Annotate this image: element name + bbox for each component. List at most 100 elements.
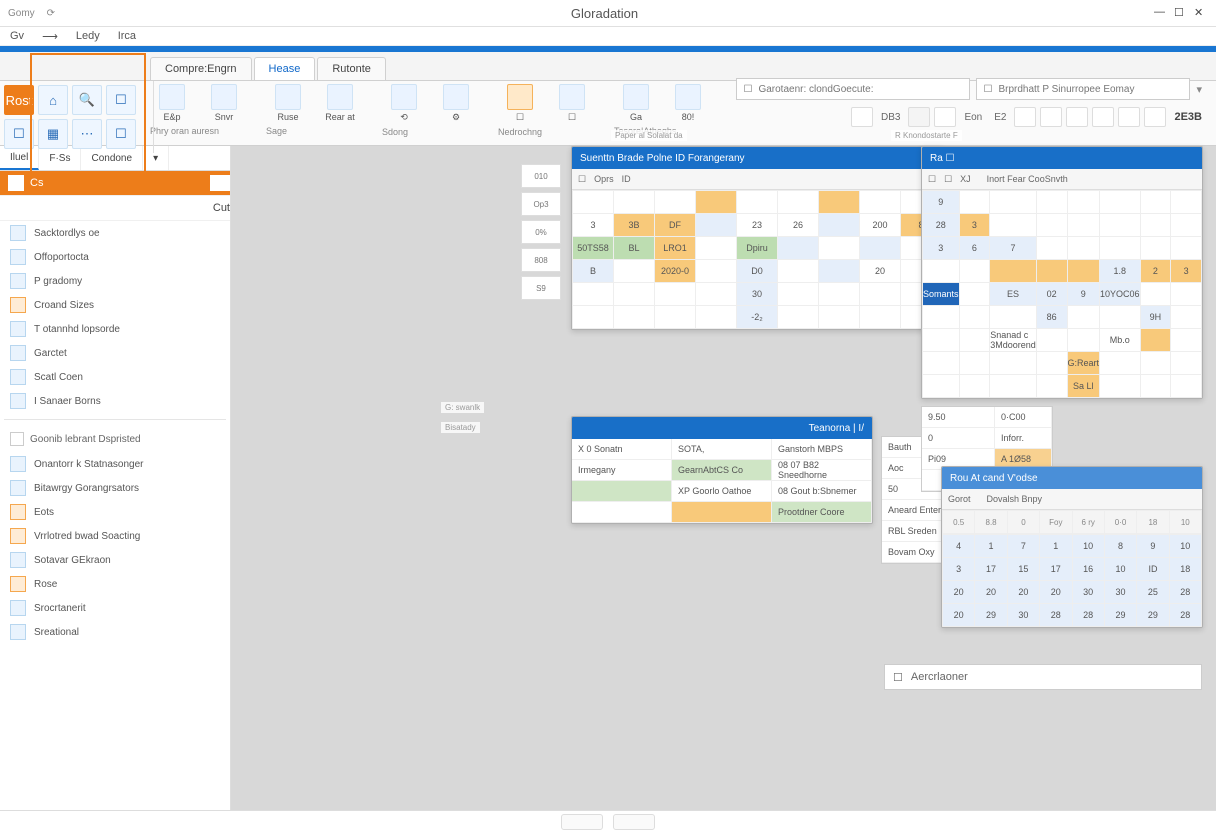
cal2grid-cell-4-4[interactable]: 9 bbox=[1068, 283, 1100, 305]
cal2grid-cell-1-6[interactable] bbox=[1141, 214, 1171, 236]
cal1grid-cell-3-6[interactable] bbox=[819, 260, 859, 282]
cal3grid-cell-2-6[interactable]: 25 bbox=[1137, 581, 1168, 603]
sidebar-item-1[interactable]: Offoportocta bbox=[0, 245, 230, 269]
cal2grid-cell-4-7[interactable] bbox=[1171, 283, 1201, 305]
rost-button[interactable]: Rost bbox=[4, 85, 34, 115]
cal2grid-cell-6-5[interactable]: Mb.o bbox=[1100, 329, 1140, 351]
cal1grid-cell-5-2[interactable] bbox=[655, 306, 695, 328]
cal1grid-cell-4-4[interactable]: 30 bbox=[737, 283, 777, 305]
cal1grid-cell-2-1[interactable]: BL bbox=[614, 237, 654, 259]
window-calendar-2[interactable]: Ra ☐ ☐☐XJInort Fear CooSnvth 92833671.82… bbox=[921, 146, 1203, 399]
cal2grid-cell-6-1[interactable] bbox=[960, 329, 990, 351]
cal3grid-cell-0-7[interactable]: 10 bbox=[1170, 535, 1201, 557]
cal2grid-cell-7-1[interactable] bbox=[960, 352, 990, 374]
cal2-tool-0[interactable]: ☐ bbox=[928, 174, 936, 185]
cal1grid-cell-0-3[interactable] bbox=[696, 191, 736, 213]
cal1grid-cell-3-0[interactable]: B bbox=[573, 260, 613, 282]
cal2grid-cell-3-2[interactable] bbox=[990, 260, 1036, 282]
window-calendar-1[interactable]: Suenttn Brade Polne ID Forangerany ☐ Opr… bbox=[571, 146, 943, 330]
menu-item-3[interactable]: Ledy bbox=[76, 30, 100, 42]
tab-rutonte[interactable]: Rutonte bbox=[317, 57, 386, 80]
cal2grid-cell-2-6[interactable] bbox=[1141, 237, 1171, 259]
cal3grid-cell-2-5[interactable]: 30 bbox=[1105, 581, 1136, 603]
sidebar-item-5[interactable]: Garctet bbox=[0, 341, 230, 365]
window-calendar-3[interactable]: Rou At cand V'odse GorotDovalsh Bnpy 0.5… bbox=[941, 466, 1203, 628]
menu-item-1[interactable]: Gv bbox=[10, 30, 24, 42]
cal1-tool-2[interactable]: Oprs bbox=[594, 174, 614, 184]
cal3grid-cell-1-3[interactable]: 17 bbox=[1040, 558, 1071, 580]
cal3grid-cell-3-3[interactable]: 28 bbox=[1040, 604, 1071, 626]
cal2grid-cell-3-3[interactable] bbox=[1037, 260, 1067, 282]
cal2grid-cell-2-1[interactable]: 6 bbox=[960, 237, 990, 259]
cal2-tool-2[interactable]: XJ bbox=[960, 174, 971, 184]
cal1grid-cell-4-2[interactable] bbox=[655, 283, 695, 305]
cal2grid-cell-1-5[interactable] bbox=[1100, 214, 1140, 236]
cal1grid-cell-1-3[interactable] bbox=[696, 214, 736, 236]
cal1grid-cell-5-1[interactable] bbox=[614, 306, 654, 328]
status-btn-2[interactable] bbox=[613, 814, 655, 830]
cal2grid-cell-7-7[interactable] bbox=[1171, 352, 1201, 374]
cal2-tool-4[interactable]: Inort Fear CooSnvth bbox=[987, 174, 1068, 184]
sidebar-row-cs[interactable]: Cs bbox=[0, 171, 230, 196]
tbtn-1[interactable] bbox=[851, 107, 873, 127]
cal2grid-cell-8-2[interactable] bbox=[990, 375, 1036, 397]
cal2grid-cell-4-6[interactable] bbox=[1141, 283, 1171, 305]
cal2grid-cell-2-5[interactable] bbox=[1100, 237, 1140, 259]
cal2grid-cell-5-2[interactable] bbox=[990, 306, 1036, 328]
cal2grid-cell-2-3[interactable] bbox=[1037, 237, 1067, 259]
strip-cell-0-2[interactable]: 08 07 B82 Sneedhorne bbox=[772, 460, 872, 480]
cal1grid-cell-3-4[interactable]: D0 bbox=[737, 260, 777, 282]
ribbon-btn-4-1[interactable]: 80! bbox=[666, 84, 710, 122]
cal2grid-cell-7-0[interactable] bbox=[923, 352, 959, 374]
tbtn-4[interactable] bbox=[1014, 107, 1036, 127]
cal2grid-cell-6-4[interactable] bbox=[1068, 329, 1100, 351]
cal1grid-cell-1-5[interactable]: 26 bbox=[778, 214, 818, 236]
cal3grid-cell-0-1[interactable]: 1 bbox=[975, 535, 1006, 557]
sidebar-item-3[interactable]: Croand Sizes bbox=[0, 293, 230, 317]
cal1grid-cell-2-2[interactable]: LRO1 bbox=[655, 237, 695, 259]
cal1grid-cell-3-7[interactable]: 20 bbox=[860, 260, 900, 282]
cal1grid-cell-0-7[interactable] bbox=[860, 191, 900, 213]
cal2grid-cell-6-6[interactable] bbox=[1141, 329, 1171, 351]
cal1grid-cell-0-4[interactable] bbox=[737, 191, 777, 213]
cal3grid-cell-3-2[interactable]: 30 bbox=[1008, 604, 1039, 626]
cal2grid-cell-4-2[interactable]: ES bbox=[990, 283, 1036, 305]
cal3grid-cell-3-1[interactable]: 29 bbox=[975, 604, 1006, 626]
cal3grid-cell-0-6[interactable]: 9 bbox=[1137, 535, 1168, 557]
cal2grid-cell-8-0[interactable] bbox=[923, 375, 959, 397]
cal2grid-cell-4-5[interactable]: 10YOC06 bbox=[1100, 283, 1140, 305]
cal1grid-cell-5-5[interactable] bbox=[778, 306, 818, 328]
cal2grid-cell-1-7[interactable] bbox=[1171, 214, 1201, 236]
rs3-row-1[interactable]: 0Inforr. bbox=[922, 428, 1052, 449]
cal2grid-cell-7-3[interactable] bbox=[1037, 352, 1067, 374]
cal2grid-cell-8-5[interactable] bbox=[1100, 375, 1140, 397]
cal2grid-cell-3-1[interactable] bbox=[960, 260, 990, 282]
strip-cell-2-2[interactable]: Prootdner Coore bbox=[772, 502, 872, 522]
cal1grid-cell-0-5[interactable] bbox=[778, 191, 818, 213]
cal2grid-cell-5-0[interactable] bbox=[923, 306, 959, 328]
cal1grid-cell-0-2[interactable] bbox=[655, 191, 695, 213]
tbtn-8[interactable] bbox=[1118, 107, 1140, 127]
cal2grid-cell-5-5[interactable] bbox=[1100, 306, 1140, 328]
cal2grid-cell-5-7[interactable] bbox=[1171, 306, 1201, 328]
search-icon[interactable]: 🔍 bbox=[72, 85, 102, 115]
sidebar-item2-3[interactable]: Vrrlotred bwad Soacting bbox=[0, 524, 230, 548]
sidebar-item2-7[interactable]: Sreational bbox=[0, 620, 230, 644]
cal2grid-cell-8-1[interactable] bbox=[960, 375, 990, 397]
ribbon-btn-3-1[interactable]: ☐ bbox=[550, 84, 594, 123]
cal1grid-cell-1-4[interactable]: 23 bbox=[737, 214, 777, 236]
tbtn-2[interactable] bbox=[908, 107, 930, 127]
cal2grid-cell-0-1[interactable] bbox=[960, 191, 990, 213]
sidebar-item2-1[interactable]: Bitawrgy Gorangrsators bbox=[0, 476, 230, 500]
cal2grid-cell-7-2[interactable] bbox=[990, 352, 1036, 374]
cal2grid-cell-1-3[interactable] bbox=[1037, 214, 1067, 236]
cal2grid-cell-0-2[interactable] bbox=[990, 191, 1036, 213]
cal2grid-cell-6-3[interactable] bbox=[1037, 329, 1067, 351]
cal3grid-cell-1-6[interactable]: ID bbox=[1137, 558, 1168, 580]
cal3-tool-0[interactable]: Gorot bbox=[948, 494, 971, 504]
close-icon[interactable]: ✕ bbox=[1194, 6, 1208, 20]
cal3grid-cell-1-5[interactable]: 10 bbox=[1105, 558, 1136, 580]
cal2grid-cell-2-2[interactable]: 7 bbox=[990, 237, 1036, 259]
cal2grid-cell-3-4[interactable] bbox=[1068, 260, 1100, 282]
tbtn-7[interactable] bbox=[1092, 107, 1114, 127]
